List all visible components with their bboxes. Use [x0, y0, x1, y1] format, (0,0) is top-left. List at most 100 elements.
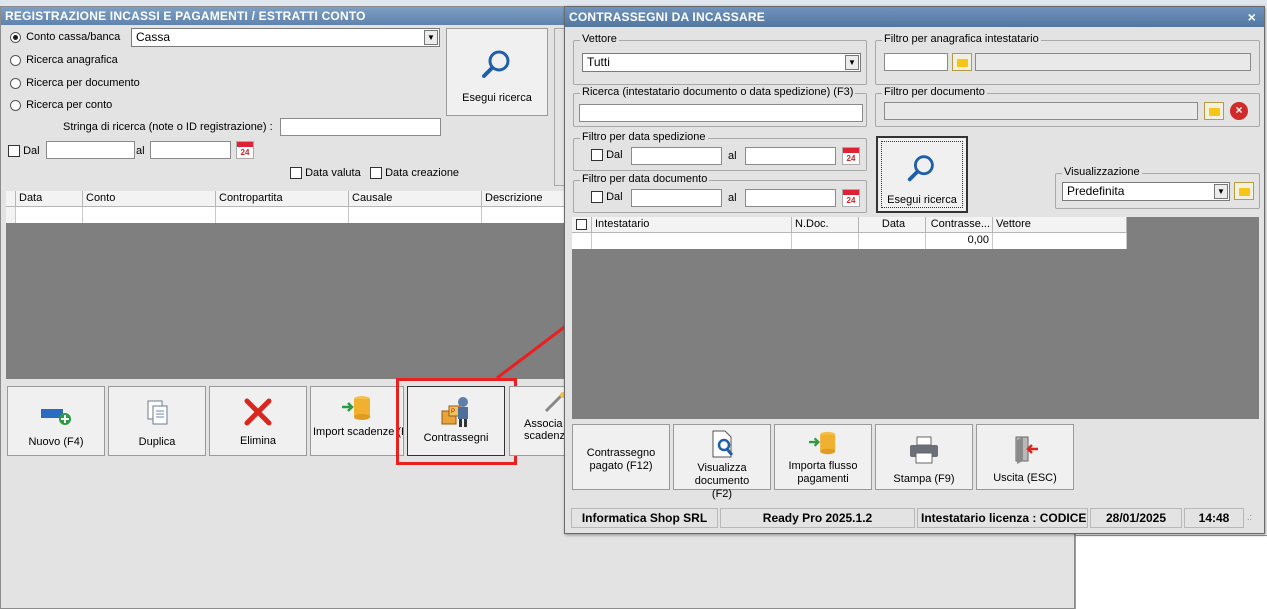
anagrafica-name-input: [975, 53, 1251, 71]
import-scadenze-label: Import scadenze (F6): [313, 426, 403, 438]
folder-icon[interactable]: [1234, 182, 1254, 200]
filtro-documento-legend: Filtro per documento: [882, 86, 987, 98]
visualizzazione-group: Visualizzazione Predefinita ▼: [1055, 166, 1260, 209]
documento-al-input[interactable]: [745, 189, 836, 207]
column-causale[interactable]: Causale: [349, 191, 482, 207]
elimina-button[interactable]: Elimina: [209, 386, 307, 456]
import-scadenze-button[interactable]: Import scadenze (F6): [310, 386, 404, 456]
esegui-ricerca-label: Esegui ricerca: [462, 92, 532, 104]
calendar-day: 24: [240, 148, 250, 157]
dal-checkbox[interactable]: Dal: [8, 145, 40, 158]
close-icon[interactable]: ×: [1248, 7, 1256, 27]
associa-scadenze-button[interactable]: Associa scadenze: [509, 386, 569, 456]
ricerca-legend: Ricerca (intestatario documento o data s…: [580, 86, 856, 98]
esegui-ricerca-button[interactable]: Esegui ricerca: [446, 28, 548, 116]
column-contropartita[interactable]: Contropartita: [216, 191, 349, 207]
radio-button[interactable]: [10, 77, 21, 89]
table-cell[interactable]: [792, 233, 859, 249]
anagrafica-code-input[interactable]: [884, 53, 948, 71]
dialog-title-bar: CONTRASSEGNI DA INCASSARE ×: [565, 7, 1264, 27]
search-string-input[interactable]: [280, 118, 441, 136]
checkbox[interactable]: [370, 167, 382, 180]
copy-icon: [147, 400, 168, 425]
table-cell[interactable]: [83, 207, 216, 223]
table-cell[interactable]: [216, 207, 349, 223]
documento-dal-input[interactable]: [631, 189, 722, 207]
chevron-down-icon[interactable]: ▼: [845, 55, 859, 70]
data-creazione-checkbox[interactable]: Data creazione: [370, 167, 460, 180]
grid-corner: [6, 191, 16, 207]
table-cell[interactable]: [482, 207, 568, 223]
nuovo-button[interactable]: Nuovo (F4): [7, 386, 105, 456]
grid-row-indicator: [6, 207, 16, 223]
calendar-icon[interactable]: 24: [842, 147, 860, 165]
contrassegno-pagato-button[interactable]: Contrassegno pagato (F12): [572, 424, 670, 490]
radio-ricerca-conto[interactable]: Ricerca per conto: [10, 99, 112, 111]
chevron-down-icon[interactable]: ▼: [424, 30, 438, 45]
calendar-icon[interactable]: 24: [236, 141, 254, 159]
column-descrizione[interactable]: Descrizione: [482, 191, 568, 207]
radio-ricerca-documento[interactable]: Ricerca per documento: [10, 77, 140, 89]
documento-dal-checkbox[interactable]: Dal: [591, 191, 623, 204]
radio-button[interactable]: [10, 99, 21, 111]
table-cell[interactable]: [572, 233, 592, 249]
table-cell[interactable]: [349, 207, 482, 223]
clear-icon[interactable]: ×: [1230, 102, 1248, 120]
checkbox[interactable]: [8, 145, 20, 158]
checkbox[interactable]: [290, 167, 302, 180]
vettore-combo[interactable]: Tutti ▼: [582, 53, 861, 72]
visualizza-documento-button[interactable]: Visualizza documento (F2): [673, 424, 771, 500]
table-cell[interactable]: [993, 233, 1127, 249]
al-label: al: [136, 145, 145, 157]
cassa-combo[interactable]: Cassa ▼: [131, 28, 440, 47]
column-data[interactable]: Data: [16, 191, 83, 207]
spedizione-al-input[interactable]: [745, 147, 836, 165]
folder-icon[interactable]: [952, 53, 972, 71]
importa-flusso-button[interactable]: Importa flusso pagamenti: [774, 424, 872, 490]
amount-cell[interactable]: 0,00: [926, 233, 993, 249]
data-creazione-label: Data creazione: [385, 167, 460, 180]
radio-button[interactable]: [10, 31, 21, 43]
calendar-icon[interactable]: 24: [842, 189, 860, 207]
spedizione-dal-checkbox[interactable]: Dal: [591, 149, 623, 162]
table-cell[interactable]: [592, 233, 792, 249]
ricerca-input[interactable]: [579, 104, 863, 122]
contrassegni-dialog: CONTRASSEGNI DA INCASSARE × Vettore Tutt…: [564, 6, 1265, 534]
duplica-button[interactable]: Duplica: [108, 386, 206, 456]
radio-ricerca-anagrafica[interactable]: Ricerca anagrafica: [10, 54, 118, 66]
checkbox[interactable]: [591, 191, 603, 204]
stampa-button[interactable]: Stampa (F9): [875, 424, 973, 490]
column-data[interactable]: Data: [859, 217, 926, 233]
back-grid: Data Conto Contropartita Causale Descriz…: [6, 191, 568, 379]
view-document-icon: [712, 430, 734, 458]
table-cell[interactable]: [859, 233, 926, 249]
radio-conto-cassa[interactable]: Conto cassa/banca: [10, 31, 120, 43]
dialog-esegui-ricerca-button[interactable]: Esegui ricerca: [876, 136, 968, 213]
spedizione-dal-input[interactable]: [631, 147, 722, 165]
visualizzazione-value: Predefinita: [1067, 184, 1125, 198]
column-conto[interactable]: Conto: [83, 191, 216, 207]
dal-date-input[interactable]: [46, 141, 135, 159]
vettore-value: Tutti: [587, 55, 610, 69]
calendar-day: 24: [846, 196, 856, 205]
status-version: Ready Pro 2025.1.2: [720, 508, 915, 528]
visualizzazione-combo[interactable]: Predefinita ▼: [1062, 182, 1230, 201]
radio-button[interactable]: [10, 54, 21, 66]
select-all-header[interactable]: [572, 217, 592, 233]
folder-icon[interactable]: [1204, 102, 1224, 120]
al-date-input[interactable]: [150, 141, 231, 159]
column-contrassegno[interactable]: Contrasse...: [926, 217, 993, 233]
data-valuta-checkbox[interactable]: Data valuta: [290, 167, 361, 180]
column-ndoc[interactable]: N.Doc.: [792, 217, 859, 233]
checkbox[interactable]: [591, 149, 603, 162]
calendar-day: 24: [846, 154, 856, 163]
column-vettore[interactable]: Vettore: [993, 217, 1127, 233]
table-cell[interactable]: [16, 207, 83, 223]
resize-grip-icon[interactable]: .:: [1247, 513, 1257, 526]
status-license: Intestatario licenza : CODICE S: [917, 508, 1088, 528]
uscita-button[interactable]: Uscita (ESC): [976, 424, 1074, 490]
chevron-down-icon[interactable]: ▼: [1214, 184, 1228, 199]
column-intestatario[interactable]: Intestatario: [592, 217, 792, 233]
filtro-anagrafica-group: Filtro per anagrafica intestatario: [875, 33, 1260, 85]
contrassegni-button[interactable]: P Contrassegni: [407, 386, 505, 456]
